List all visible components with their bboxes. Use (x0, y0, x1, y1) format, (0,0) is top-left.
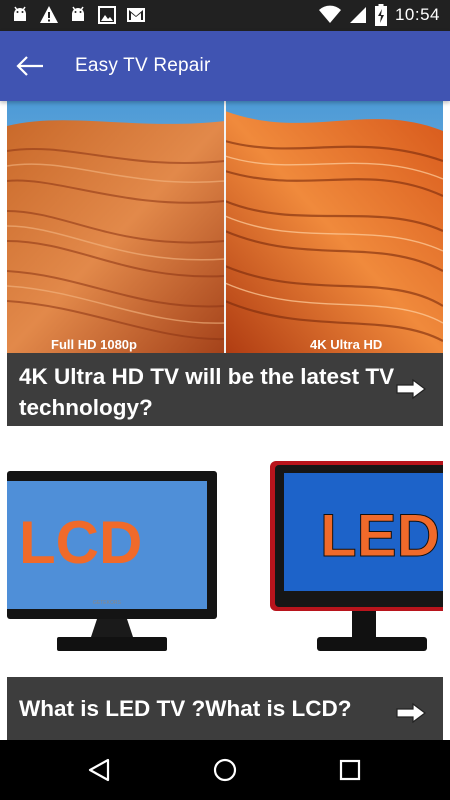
warning-icon (40, 6, 58, 23)
article-title: What is LED TV ?What is LCD? (19, 696, 352, 721)
image-icon (98, 6, 116, 24)
arrow-right-icon[interactable] (395, 702, 427, 724)
android-icon (14, 6, 26, 21)
article-card[interactable]: LCD GETEKORS LED What is LED TV ?What is… (7, 461, 443, 740)
full-hd-label: Full HD 1080p (51, 337, 137, 352)
arrow-right-icon[interactable] (395, 378, 427, 400)
recents-square-icon[interactable] (337, 757, 363, 783)
article-image: LCD GETEKORS LED (7, 461, 443, 677)
home-circle-icon[interactable] (212, 757, 238, 783)
4k-label: 4K Ultra HD (310, 337, 382, 352)
canyon-comparison-image: Full HD 1080p 4K Ultra HD (7, 101, 443, 353)
battery-icon (374, 4, 387, 26)
article-title: 4K Ultra HD TV will be the latest TV tec… (19, 364, 395, 420)
monitor-brand: GETEKORS (93, 600, 121, 606)
lcd-screen-label: LCD (19, 509, 142, 576)
notification-icons (10, 5, 146, 25)
gmail-icon (127, 8, 145, 22)
led-screen-label: LED (320, 502, 440, 569)
article-title-bar: What is LED TV ?What is LCD? (7, 677, 443, 740)
status-bar: 10:54 (0, 0, 450, 31)
system-nav-bar (0, 740, 450, 800)
android-icon (72, 6, 84, 21)
page-title: Easy TV Repair (75, 55, 211, 76)
signal-icon (349, 7, 366, 23)
app-bar: Easy TV Repair (0, 31, 450, 101)
article-list[interactable]: Full HD 1080p 4K Ultra HD 4K Ultra HD TV… (0, 101, 450, 740)
article-card[interactable]: Full HD 1080p 4K Ultra HD 4K Ultra HD TV… (7, 101, 443, 426)
arrow-left-icon[interactable] (12, 51, 48, 81)
article-title-bar: 4K Ultra HD TV will be the latest TV tec… (7, 353, 443, 426)
article-image: Full HD 1080p 4K Ultra HD (7, 101, 443, 353)
lcd-led-comparison-image: LCD GETEKORS LED (7, 461, 443, 651)
back-triangle-icon[interactable] (86, 757, 112, 783)
wifi-icon (318, 5, 341, 23)
clock: 10:54 (394, 5, 440, 24)
system-icons: 10:54 (318, 4, 440, 26)
